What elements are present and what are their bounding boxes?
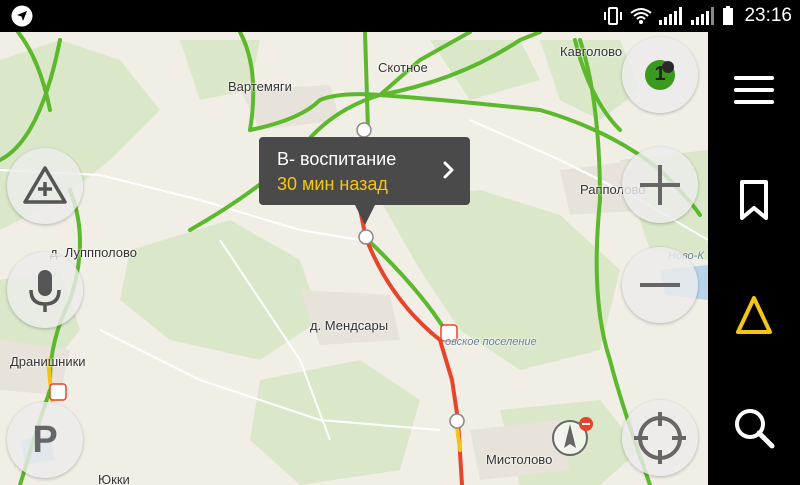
locate-button[interactable] [622,400,698,476]
event-time: 30 мин назад [277,174,388,194]
parking-icon: P [32,419,57,461]
zoom-out-button[interactable] [622,247,698,323]
navigation-arrow-icon [11,5,33,27]
navigate-icon[interactable] [728,290,780,342]
popup-pointer [355,205,375,225]
road-event-icon [23,166,67,204]
menu-icon[interactable] [728,64,780,116]
zoom-in-icon [640,165,680,205]
status-time: 23:16 [744,5,792,26]
search-icon[interactable] [728,402,780,454]
chevron-right-icon [443,161,454,179]
svg-text:P: P [32,419,57,461]
place-yukki: Юкки [98,472,130,485]
traffic-button[interactable]: 1 [622,37,698,113]
signal-1-icon [659,7,683,25]
side-panel [708,32,800,485]
place-settlement: овское поселение [445,336,537,348]
event-popup[interactable]: В- воспитание 30 мин назад [259,137,470,225]
place-kavgolovo: Кавголово [560,44,623,59]
microphone-icon [29,270,61,312]
parking-button[interactable]: P [7,402,83,478]
vibrate-icon [604,7,623,25]
place-skotnoe: Скотное [378,60,428,75]
zoom-in-button[interactable] [622,147,698,223]
place-vartemyagi: Вартемяги [228,79,292,94]
bookmark-icon[interactable] [728,174,780,226]
signal-2-icon [691,7,715,25]
status-bar: 23:16 [0,0,800,32]
road-event-button[interactable] [7,148,83,224]
wifi-icon [630,8,653,24]
traffic-score: 1 [654,63,666,85]
event-title: В- воспитание [277,149,397,169]
zoom-out-icon [640,283,680,287]
locate-icon [634,412,686,464]
place-dranishniki: Дранишники [10,354,86,369]
map-view[interactable]: Кавголово Скотное Вартемяги Рапполово д.… [0,32,708,485]
place-mendsary: д. Мендсары [310,318,389,333]
battery-icon [723,6,734,25]
voice-button[interactable] [7,252,83,328]
place-mistolovo: Мистолово [486,452,553,467]
compass-icon[interactable] [548,414,598,464]
